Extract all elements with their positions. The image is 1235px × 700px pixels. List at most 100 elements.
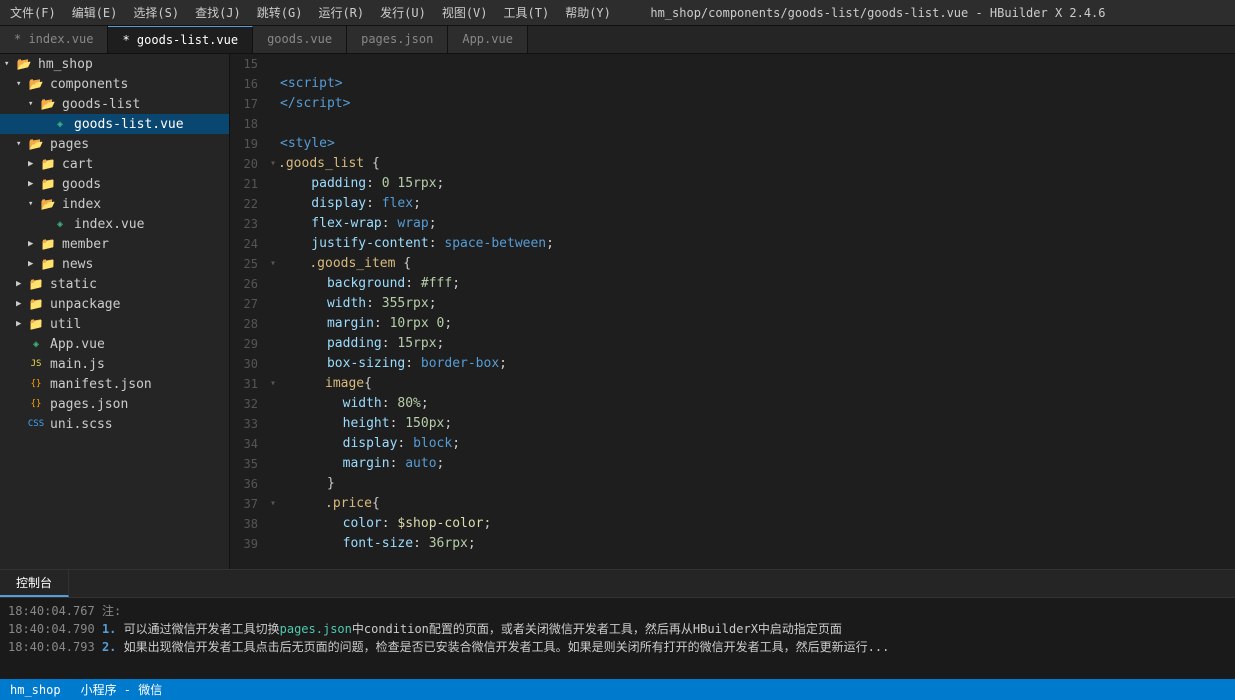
sidebar-item-label: pages <box>50 137 89 152</box>
line-numbers: 1516171819202122232425262728293031323334… <box>230 54 266 554</box>
log-text2: 中condition配置的页面，或者关闭微信开发者工具，然后再从HBuilder… <box>352 622 842 636</box>
sidebar-item[interactable]: ▾📂pages <box>0 134 229 154</box>
sidebar-item[interactable]: CSSuni.scss <box>0 414 229 434</box>
folder-closed-icon: 📁 <box>40 256 56 272</box>
token-kw: wrap <box>397 214 428 234</box>
token-property: justify-content <box>280 234 429 254</box>
token-property: box-sizing <box>280 354 405 374</box>
line-number: 26 <box>238 274 258 294</box>
menu-item[interactable]: 查找(J) <box>195 4 241 21</box>
line-number: 29 <box>238 334 258 354</box>
token-kw: space-between <box>444 234 546 254</box>
code-line: margin: auto; <box>270 454 1235 474</box>
sidebar-item-label: App.vue <box>50 337 105 352</box>
line-number: 39 <box>238 534 258 554</box>
code-line: font-size: 36rpx; <box>270 534 1235 554</box>
status-bar: hm_shop 小程序 - 微信 <box>0 679 1235 700</box>
line-number: 36 <box>238 474 258 494</box>
sidebar-item[interactable]: ◈goods-list.vue <box>0 114 229 134</box>
token-punc: ; <box>429 214 437 234</box>
editor-tab[interactable]: App.vue <box>448 26 528 53</box>
sidebar-item[interactable]: ◈index.vue <box>0 214 229 234</box>
menu-item[interactable]: 发行(U) <box>380 4 426 21</box>
collapse-button[interactable]: ▾ <box>270 494 276 514</box>
sidebar-item[interactable]: ▶📁cart <box>0 154 229 174</box>
token-property: margin <box>280 454 390 474</box>
token-colon: : <box>366 294 382 314</box>
token-tag: </script <box>280 94 343 114</box>
token-colon: : <box>382 514 398 534</box>
code-line: ▾.goods_list { <box>270 154 1235 174</box>
console-tab[interactable]: 控制台 <box>0 570 69 597</box>
log-time: 18:40:04.790 <box>8 622 95 636</box>
token-punc: { <box>364 154 380 174</box>
menu-item[interactable]: 跳转(G) <box>257 4 303 21</box>
line-number: 17 <box>238 94 258 114</box>
folder-arrow-icon: ▶ <box>28 259 40 269</box>
line-number: 30 <box>238 354 258 374</box>
code-line <box>270 114 1235 134</box>
sidebar-item[interactable]: ▶📁goods <box>0 174 229 194</box>
line-number: 23 <box>238 214 258 234</box>
token-value-func: $shop-color <box>397 514 483 534</box>
sidebar-item[interactable]: {}manifest.json <box>0 374 229 394</box>
menu-item[interactable]: 选择(S) <box>133 4 179 21</box>
token-property: font-size <box>280 534 413 554</box>
sidebar-item-label: goods-list <box>62 97 140 112</box>
collapse-button[interactable]: ▾ <box>270 254 276 274</box>
collapse-button[interactable]: ▾ <box>270 374 276 394</box>
line-number: 25 <box>238 254 258 274</box>
code-editor[interactable]: 1516171819202122232425262728293031323334… <box>230 54 1235 569</box>
sidebar-item[interactable]: ▶📁news <box>0 254 229 274</box>
sidebar-item[interactable]: ▾📂index <box>0 194 229 214</box>
sidebar-item[interactable]: ▾📂components <box>0 74 229 94</box>
status-project: hm_shop <box>10 683 61 697</box>
code-line: width: 355rpx; <box>270 294 1235 314</box>
menu-bar[interactable]: 文件(F) 编辑(E) 选择(S) 查找(J) 跳转(G) 运行(R) 发行(U) 视图(V)… <box>10 4 611 21</box>
token-punc: ; <box>452 274 460 294</box>
collapse-button[interactable]: ▾ <box>270 154 276 174</box>
sidebar-item-label: hm_shop <box>38 57 93 72</box>
folder-arrow-icon: ▾ <box>16 79 28 89</box>
token-kw: border-box <box>421 354 499 374</box>
token-colon: : <box>382 394 398 414</box>
code-line: display: flex; <box>270 194 1235 214</box>
editor-tab[interactable]: * goods-list.vue <box>108 26 253 53</box>
menu-item[interactable]: 帮助(Y) <box>565 4 611 21</box>
token-tag: > <box>327 134 335 154</box>
token-property: margin <box>280 314 374 334</box>
code-line: justify-content: space-between; <box>270 234 1235 254</box>
editor-tab[interactable]: goods.vue <box>253 26 347 53</box>
token-tag: <script <box>280 74 335 94</box>
menu-item[interactable]: 工具(T) <box>504 4 550 21</box>
code-line: height: 150px; <box>270 414 1235 434</box>
sidebar-item[interactable]: ▶📁unpackage <box>0 294 229 314</box>
line-number: 28 <box>238 314 258 334</box>
sidebar-item[interactable]: ◈ App.vue <box>0 334 229 354</box>
main-layout: ▾📂hm_shop▾📂components▾📂goods-list◈goods-… <box>0 54 1235 569</box>
sidebar-item[interactable]: ▾📂goods-list <box>0 94 229 114</box>
sidebar-item[interactable]: ▶📁util <box>0 314 229 334</box>
token-punc: ; <box>468 534 476 554</box>
token-colon: : <box>405 274 421 294</box>
menu-item[interactable]: 视图(V) <box>442 4 488 21</box>
token-punc: { <box>364 374 372 394</box>
vue-file-icon: ◈ <box>28 336 44 352</box>
sidebar-item[interactable]: JSmain.js <box>0 354 229 374</box>
sidebar-item[interactable]: ▶📁member <box>0 234 229 254</box>
editor-tab[interactable]: pages.json <box>347 26 448 53</box>
menu-item[interactable]: 编辑(E) <box>72 4 118 21</box>
editor-tab[interactable]: * index.vue <box>0 26 108 53</box>
folder-arrow-icon: ▾ <box>4 59 16 69</box>
token-punc: ; <box>437 174 445 194</box>
folder-open-icon: 📂 <box>28 136 44 152</box>
menu-item[interactable]: 运行(R) <box>318 4 364 21</box>
sidebar-item[interactable]: ▶📁static <box>0 274 229 294</box>
sidebar-item-label: static <box>50 277 97 292</box>
menu-item[interactable]: 文件(F) <box>10 4 56 21</box>
sidebar-item[interactable]: ▾📂hm_shop <box>0 54 229 74</box>
token-value-num: 150px <box>405 414 444 434</box>
sidebar-item-label: cart <box>62 157 93 172</box>
sidebar-item[interactable]: {}pages.json <box>0 394 229 414</box>
line-number: 37 <box>238 494 258 514</box>
